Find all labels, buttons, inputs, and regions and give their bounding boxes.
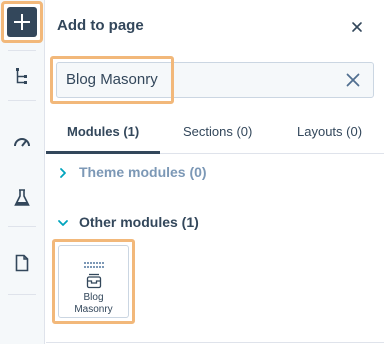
- left-rail: [0, 0, 45, 344]
- rail-divider: [8, 100, 36, 101]
- chevron-right-icon: [57, 166, 69, 178]
- clear-icon[interactable]: [345, 72, 361, 88]
- search-highlight: [50, 56, 174, 104]
- flask-icon[interactable]: [10, 186, 34, 210]
- tab-sections[interactable]: Sections (0): [183, 124, 252, 139]
- group-other-modules[interactable]: Other modules (1): [57, 214, 199, 230]
- active-tab-indicator: [46, 151, 160, 154]
- rail-divider: [8, 226, 36, 227]
- gauge-icon[interactable]: [10, 130, 34, 154]
- close-icon[interactable]: [349, 19, 365, 35]
- chevron-down-icon: [57, 216, 69, 228]
- group-label: Other modules (1): [79, 214, 199, 230]
- tab-modules[interactable]: Modules (1): [67, 124, 139, 139]
- add-button[interactable]: [7, 7, 37, 37]
- panel-title: Add to page: [57, 17, 144, 34]
- rail-divider: [8, 50, 36, 51]
- add-button-highlight: [1, 1, 43, 43]
- group-label: Theme modules (0): [79, 164, 207, 180]
- module-tile-highlight: [52, 239, 135, 324]
- rail-divider: [8, 294, 36, 295]
- panel-bottom-border: [46, 342, 384, 343]
- tab-layouts[interactable]: Layouts (0): [297, 124, 362, 139]
- page-icon[interactable]: [10, 251, 34, 275]
- group-theme-modules[interactable]: Theme modules (0): [57, 164, 207, 180]
- tree-structure-icon[interactable]: [10, 64, 34, 88]
